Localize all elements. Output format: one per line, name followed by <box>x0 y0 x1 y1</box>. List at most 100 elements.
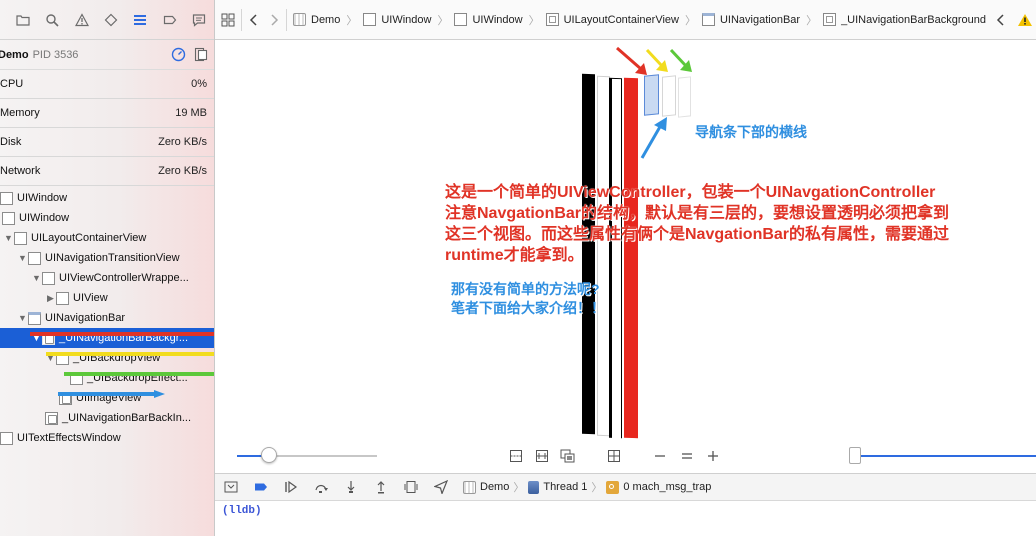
play-pause-icon <box>285 480 298 494</box>
step-over-button[interactable] <box>313 479 329 495</box>
adjust-view-mode-button[interactable] <box>560 448 576 464</box>
disclosure-triangle-icon[interactable]: ▼ <box>3 233 14 243</box>
gauge-cpu[interactable]: CPU 0% <box>0 70 214 99</box>
tree-row-label: UIViewControllerWrappe... <box>59 272 189 284</box>
view-debugger-window: Demo PID 3536 CPU 0% Memory 19 MB Disk Zero… <box>0 0 1036 536</box>
orient-to-3d-button[interactable] <box>606 448 622 464</box>
disclosure-triangle-icon[interactable]: ▼ <box>31 273 42 283</box>
backdrop-layer[interactable] <box>662 75 676 117</box>
warning-icon <box>1018 13 1032 26</box>
related-items-button[interactable] <box>221 11 235 29</box>
gauge-label: Disk <box>0 136 22 148</box>
gauge-icon[interactable] <box>171 47 186 62</box>
red-pointer-arrow <box>30 332 214 336</box>
view-icon <box>14 231 27 245</box>
actual-size-button[interactable] <box>679 448 695 464</box>
gauge-label: Network <box>0 165 41 177</box>
gauge-value: 0% <box>191 78 207 90</box>
tree-row[interactable]: ▶ UIView <box>0 288 214 308</box>
warning-badge[interactable] <box>1016 11 1034 29</box>
breadcrumb-demo[interactable]: Demo 〉 <box>293 12 357 28</box>
breadcrumb-uiwindow-2[interactable]: UIWindow 〉 <box>454 12 540 28</box>
report-navigator-tab[interactable] <box>185 7 214 33</box>
tree-row-label: _UINavigationBarBackIn... <box>62 412 192 424</box>
view-debugger-canvas[interactable]: 导航条下部的横线 这是一个简单的UIViewController，包装一个UIN… <box>215 41 1036 470</box>
view-icon <box>0 431 13 445</box>
disclosure-triangle-icon[interactable]: ▼ <box>17 313 28 323</box>
breadcrumb-navigation-bar[interactable]: UINavigationBar 〉 <box>701 12 818 28</box>
zoom-in-button[interactable] <box>705 448 721 464</box>
step-into-icon <box>347 481 355 493</box>
lldb-console[interactable]: (lldb) <box>215 501 1036 536</box>
breadcrumb-navigation-bar-background[interactable]: _UINavigationBarBackground <box>823 13 986 26</box>
chevron-right-icon <box>271 13 278 26</box>
breadcrumb-label: UILayoutContainerView <box>563 13 679 26</box>
navigation-bar-icon <box>701 13 715 26</box>
backdrop-effect-layer[interactable] <box>678 76 691 118</box>
forward-button[interactable] <box>267 11 280 29</box>
gauge-network[interactable]: Network Zero KB/s <box>0 157 214 186</box>
tree-row[interactable]: UITextEffectsWindow <box>0 428 214 448</box>
spacing-slider-knob[interactable] <box>261 447 277 463</box>
search-icon <box>46 13 59 27</box>
app-icon <box>293 13 306 26</box>
tree-row[interactable]: ▼ UIViewControllerWrappe... <box>0 268 214 288</box>
navigation-bar-background-layer[interactable] <box>644 74 659 116</box>
console-prompt: (lldb) <box>222 505 262 517</box>
tree-row[interactable]: ▼ UINavigationTransitionView <box>0 248 214 268</box>
view-hierarchy-icon[interactable] <box>194 47 208 62</box>
show-constraints-button[interactable] <box>534 448 550 464</box>
layer-view-red[interactable] <box>624 77 638 439</box>
range-slider-left-handle[interactable] <box>849 447 861 464</box>
step-out-button[interactable] <box>373 479 389 495</box>
gauge-disk[interactable]: Disk Zero KB/s <box>0 128 214 157</box>
clip-icon <box>510 450 522 462</box>
tree-row[interactable]: UIWindow <box>0 208 214 228</box>
tree-row[interactable]: UIWindow <box>0 188 214 208</box>
stack-frame-icon <box>606 480 620 494</box>
jump-bar: Demo 〉 UIWindow 〉 UIWindow 〉 UILayoutContai… <box>215 0 1036 40</box>
breakpoint-icon <box>255 483 267 491</box>
project-navigator-tab[interactable] <box>8 7 37 33</box>
view-icon <box>0 191 13 205</box>
breadcrumb-layout-container[interactable]: UILayoutContainerView 〉 <box>545 12 696 28</box>
step-into-button[interactable] <box>343 479 359 495</box>
simulate-location-button[interactable] <box>433 479 449 495</box>
breakpoints-toggle-button[interactable] <box>253 479 269 495</box>
step-out-icon <box>377 481 385 494</box>
hide-debug-area-button[interactable] <box>223 479 239 495</box>
tree-row[interactable]: ▼ UILayoutContainerView <box>0 228 214 248</box>
back-button[interactable] <box>248 11 261 29</box>
folder-icon <box>16 14 30 26</box>
panel-toggle-icon <box>224 481 238 493</box>
process-header[interactable]: Demo PID 3536 <box>0 40 214 70</box>
continue-button[interactable] <box>283 479 299 495</box>
disclosure-triangle-icon[interactable]: ▼ <box>17 253 28 263</box>
debug-view-hierarchy-button[interactable] <box>403 479 419 495</box>
show-clipped-content-button[interactable] <box>508 448 524 464</box>
breadcrumb-chevron-icon: 〉 <box>806 14 818 27</box>
debug-navigator-tab[interactable] <box>126 7 155 33</box>
debug-breadcrumb[interactable]: Demo 〉 Thread 1 〉 0 mach_msg_trap <box>463 479 711 495</box>
breakpoint-navigator-tab[interactable] <box>155 7 184 33</box>
breadcrumb-uiwindow[interactable]: UIWindow 〉 <box>363 12 448 28</box>
issue-navigator-tab[interactable] <box>67 7 96 33</box>
disclosure-triangle-icon[interactable]: ▶ <box>45 293 56 304</box>
tree-row[interactable]: ▼ UINavigationBar <box>0 308 214 328</box>
debug-thread-label: Thread 1 <box>543 481 588 493</box>
range-slider-fill[interactable] <box>856 455 1036 457</box>
tree-row[interactable]: _UINavigationBarBackIn... <box>0 408 214 428</box>
tree-row-label: UINavigationBar <box>45 312 126 324</box>
breadcrumb-label: _UINavigationBarBackground <box>841 13 986 26</box>
debug-navigator: Demo PID 3536 CPU 0% Memory 19 MB Disk Zero… <box>0 0 215 536</box>
gauge-memory[interactable]: Memory 19 MB <box>0 99 214 128</box>
breadcrumb-chevron-icon: 〉 <box>684 14 696 27</box>
layer-transition-white[interactable] <box>612 78 621 440</box>
view-icon <box>2 211 15 225</box>
find-navigator-tab[interactable] <box>37 7 66 33</box>
equals-icon <box>682 453 692 459</box>
zoom-out-button[interactable] <box>652 448 668 464</box>
annotation-red-line-3: 这三个视图。而这些属性有俩个是NavgationBar的私有属性，需要通过 <box>445 226 950 243</box>
test-navigator-tab[interactable] <box>96 7 125 33</box>
previous-issue-button[interactable] <box>992 11 1010 29</box>
